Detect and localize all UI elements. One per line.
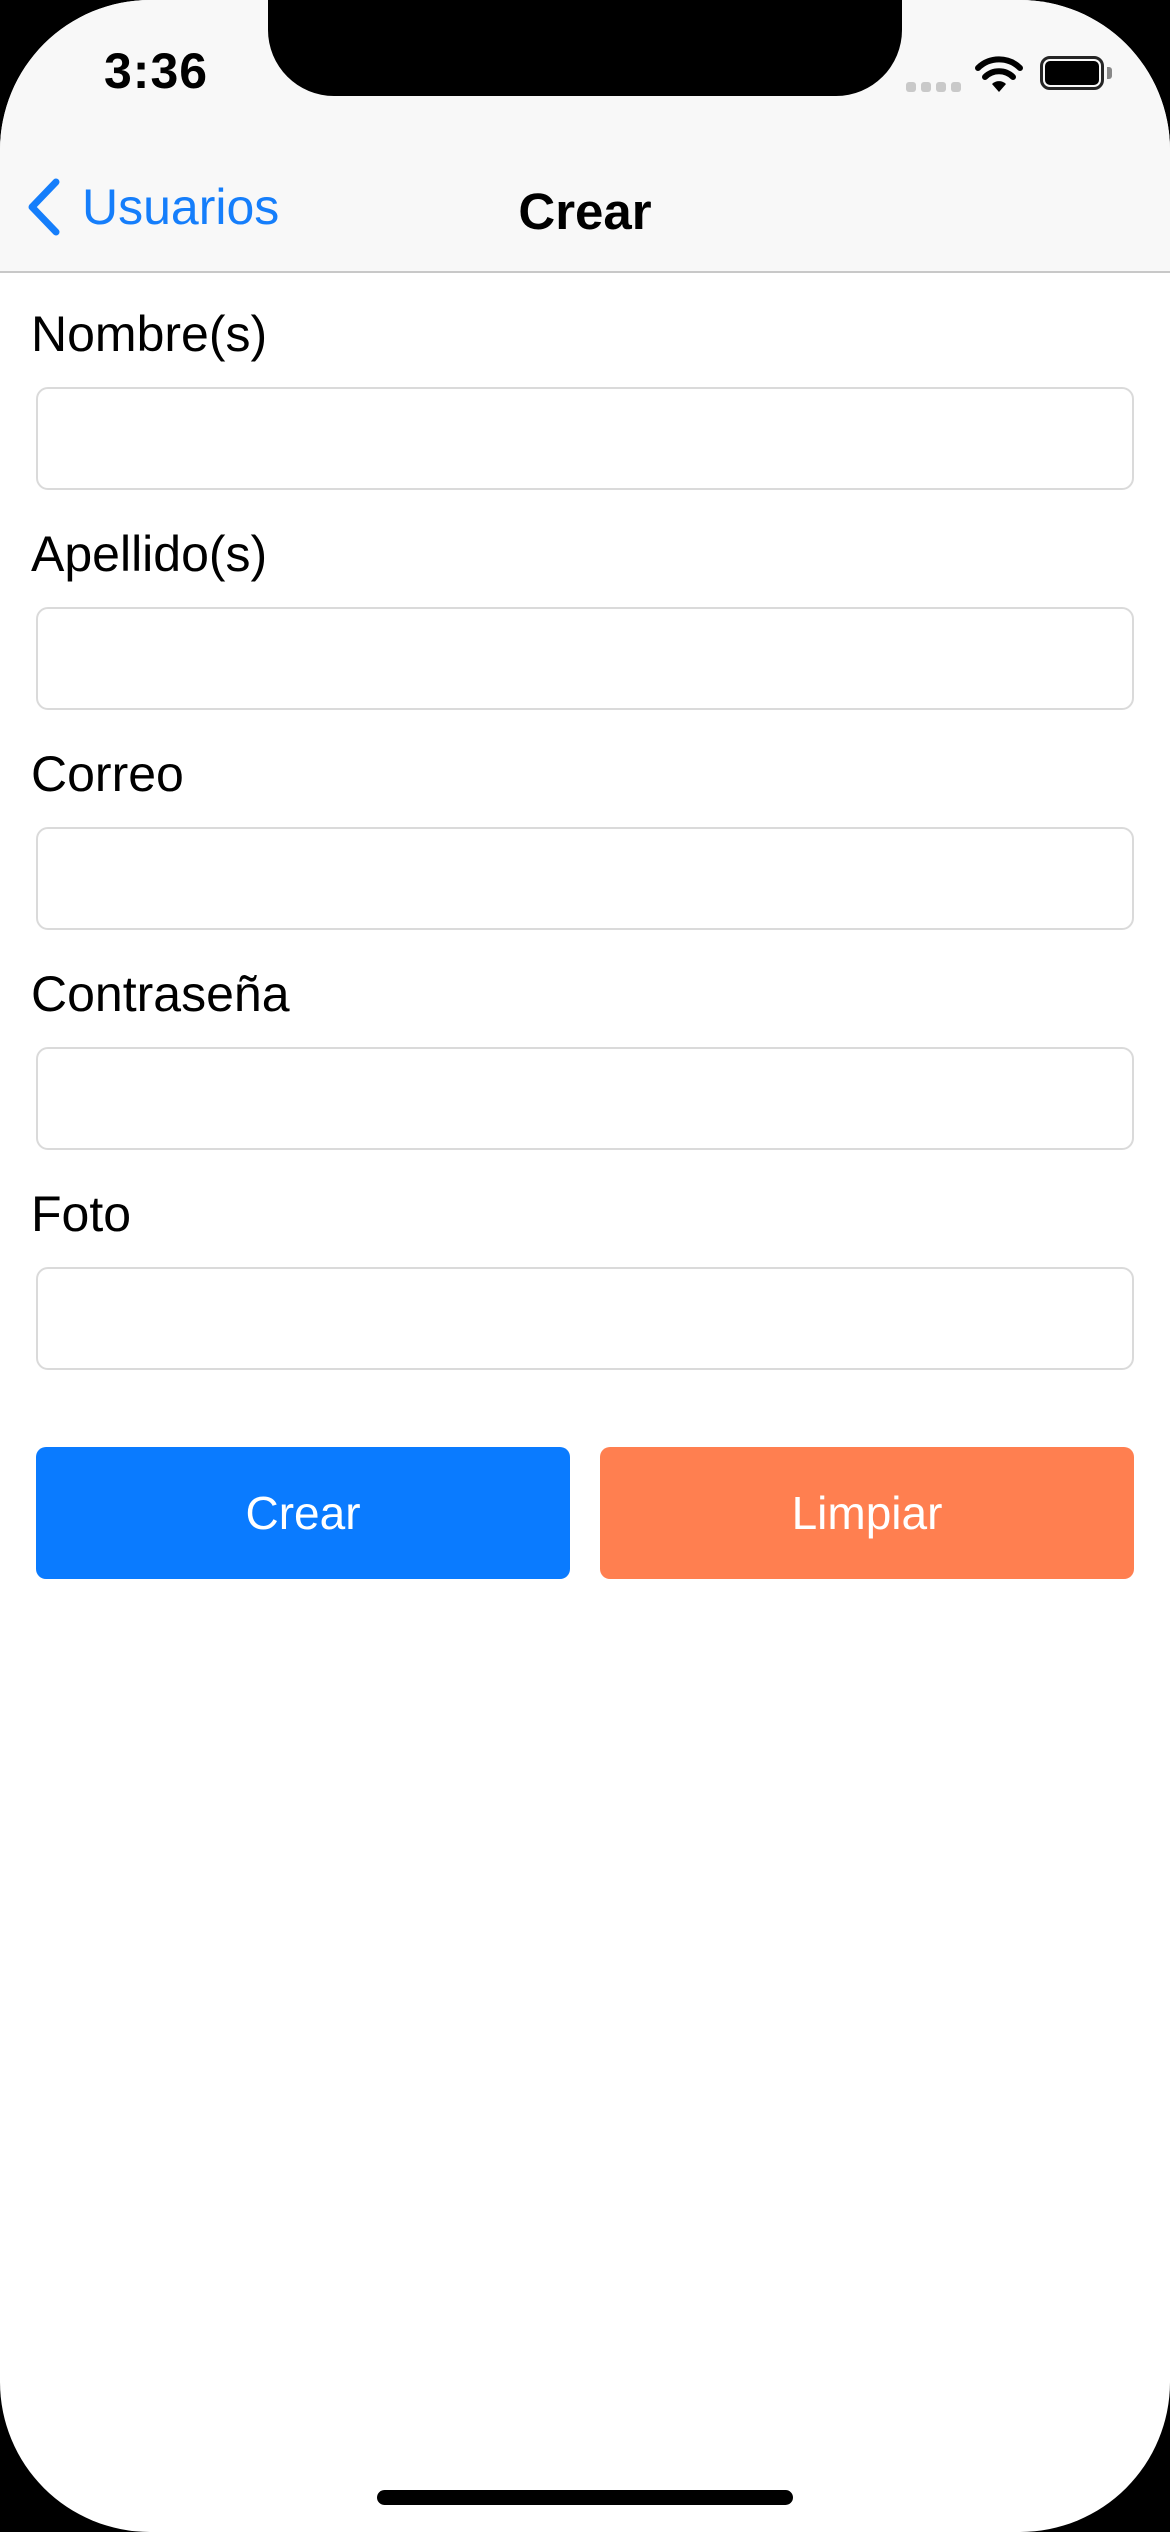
- field-group-apellido: Apellido(s): [0, 493, 1170, 713]
- field-group-correo: Correo: [0, 713, 1170, 933]
- field-group-foto: Foto: [0, 1153, 1170, 1373]
- battery-cap: [1107, 67, 1112, 79]
- correo-label: Correo: [31, 746, 184, 802]
- contrasena-label: Contraseña: [31, 966, 290, 1022]
- battery-icon: [1040, 56, 1114, 92]
- field-group-contrasena: Contraseña: [0, 933, 1170, 1153]
- device-notch: [268, 0, 902, 96]
- clear-button[interactable]: Limpiar: [600, 1447, 1134, 1579]
- page-title: Crear: [518, 183, 652, 240]
- field-group-nombre: Nombre(s): [0, 273, 1170, 493]
- screen: 3:36 Usuarios Crear Nombre(s) Apellido(s…: [0, 0, 1170, 2532]
- battery-level: [1045, 61, 1099, 85]
- status-time: 3:36: [104, 43, 209, 99]
- home-indicator[interactable]: [377, 2490, 793, 2505]
- foto-input[interactable]: [36, 1267, 1134, 1370]
- contrasena-input[interactable]: [36, 1047, 1134, 1150]
- apellido-label: Apellido(s): [31, 526, 268, 582]
- correo-input[interactable]: [36, 827, 1134, 930]
- status-bar: 3:36: [0, 0, 1170, 140]
- apellido-input[interactable]: [36, 607, 1134, 710]
- nombre-input[interactable]: [36, 387, 1134, 490]
- wifi-icon: [975, 56, 1023, 92]
- foto-label: Foto: [31, 1186, 132, 1242]
- create-button[interactable]: Crear: [36, 1447, 570, 1579]
- cellular-signal-icon: [906, 80, 962, 92]
- navigation-bar: Usuarios Crear: [0, 140, 1170, 273]
- nombre-label: Nombre(s): [31, 306, 268, 362]
